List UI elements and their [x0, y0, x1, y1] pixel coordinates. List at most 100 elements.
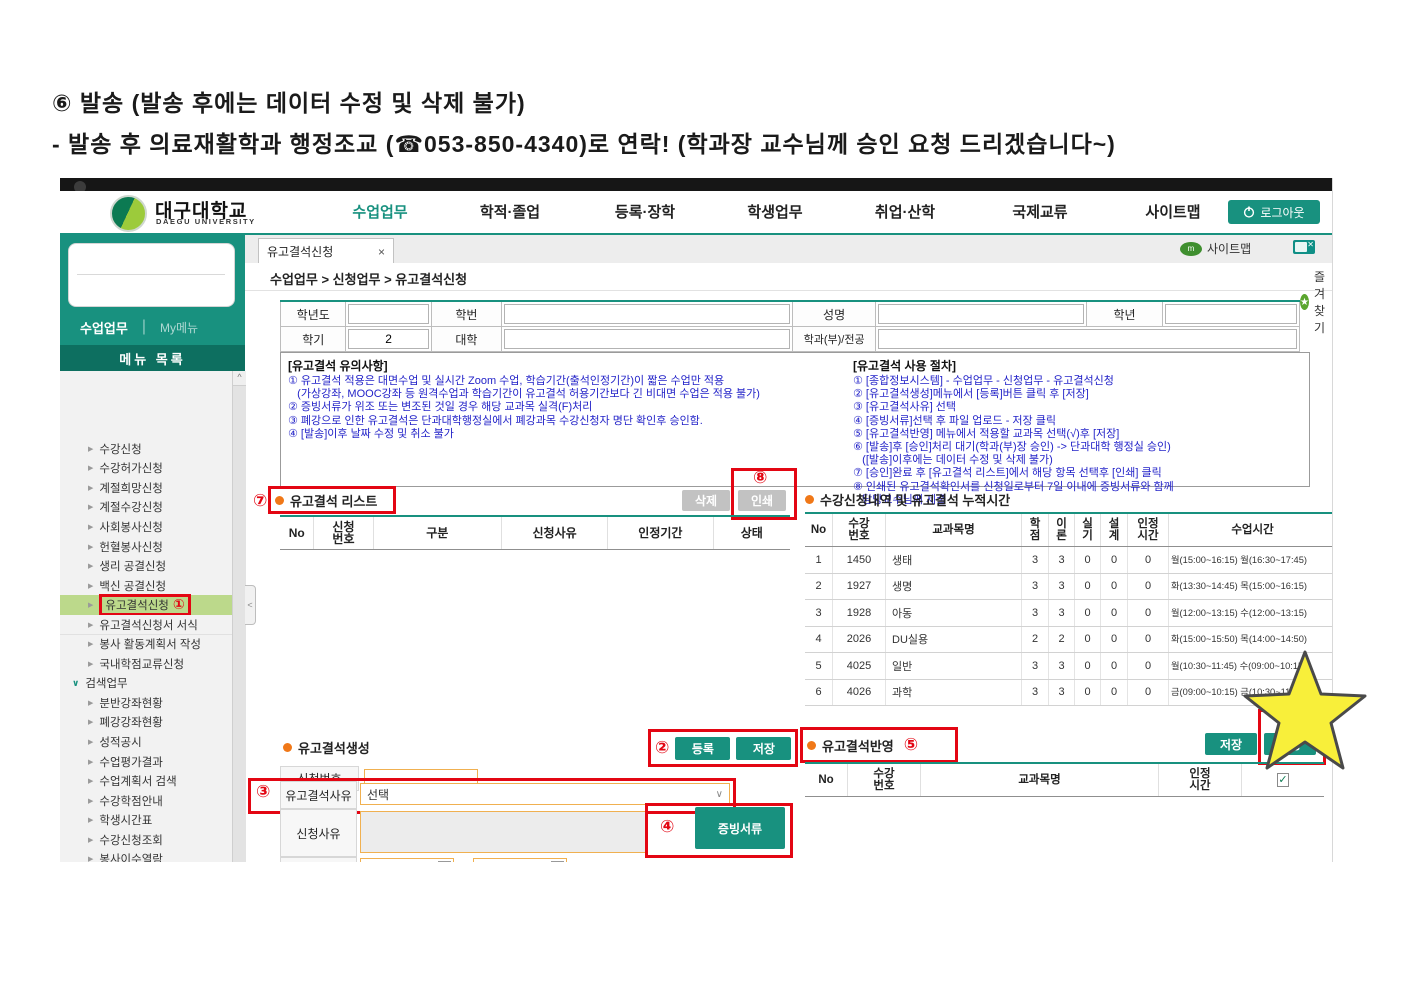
college-input[interactable]: [504, 329, 791, 349]
notice-line: ③ 폐강으로 인한 유고결석은 단과대학행정실에서 폐강과목 수강신청자 명단 …: [288, 414, 703, 427]
breadcrumb-bar: 수업업무 > 신청업무 > 유고결석신청 ★ 즐겨찾기: [245, 263, 1332, 335]
studentno-input[interactable]: [504, 304, 791, 324]
table-row: 2 1927 생명 3 3 0 0 0 화(13:30~14:45) 목(15:00~16:15…: [805, 573, 1332, 600]
sitemap-icon: m: [1180, 241, 1202, 256]
select-all-checkbox[interactable]: ✓: [1277, 773, 1289, 787]
delete-button[interactable]: 삭제: [682, 490, 730, 511]
reason-select[interactable]: 선택 ∨: [360, 783, 730, 805]
sidebar-tab-mymenu[interactable]: My메뉴: [160, 319, 198, 336]
nav-career-industry[interactable]: 취업·산학: [850, 201, 960, 222]
courses-col-no: No: [805, 513, 833, 547]
calendar-icon[interactable]: [438, 861, 451, 862]
period-start-input[interactable]: [360, 858, 454, 862]
close-icon[interactable]: ×: [378, 245, 385, 259]
triangle-right-icon: ▶: [88, 719, 94, 727]
nav-student-affairs[interactable]: 학생업무: [720, 201, 830, 222]
name-input[interactable]: [877, 304, 1084, 324]
cell-time: 월(15:00~16:15) 월(16:30~17:45): [1168, 546, 1332, 574]
bullet-icon: [807, 740, 816, 750]
cell-name: 생태: [885, 546, 1022, 574]
sidebar-item-syllabus-search[interactable]: ▶ 수업계획서 검색: [60, 771, 232, 792]
sidebar-item-seasonal-hope[interactable]: ▶ 계절희망신청: [60, 478, 232, 499]
sidebar-scrollbar[interactable]: ^: [232, 371, 246, 862]
bullet-icon: [275, 495, 284, 505]
year-input[interactable]: [348, 304, 429, 324]
sidebar-item-label: 봉사이수열람: [99, 854, 163, 862]
sidebar-item-closed-courses[interactable]: ▶ 폐강강좌현황: [60, 712, 232, 734]
power-icon: [1244, 206, 1255, 218]
nav-sitemap[interactable]: 사이트맵: [1118, 201, 1228, 222]
sidebar-item-student-timetable[interactable]: ▶ 학생시간표: [60, 810, 232, 831]
nav-registration-scholarship[interactable]: 등록·장학: [590, 201, 700, 222]
collapse-sidebar-handle[interactable]: <: [245, 585, 256, 625]
cell-practice: 0: [1074, 599, 1101, 627]
calendar-icon[interactable]: [551, 861, 565, 862]
sidebar-tab-classwork[interactable]: 수업업무: [80, 318, 128, 337]
nav-records-graduation[interactable]: 학적·졸업: [455, 201, 565, 222]
sidebar-item-credit-guide[interactable]: ▶ 수강학점안내: [60, 790, 232, 812]
courses-col-design: 설 계: [1100, 513, 1128, 547]
sidebar-item-absence-form[interactable]: ▶ 유고결석신청서 서식: [60, 614, 232, 636]
triangle-right-icon: ▶: [88, 445, 94, 453]
sidebar-item-sugang-permit[interactable]: ▶ 수강허가신청: [60, 458, 232, 480]
sidebar-item-credit-exchange[interactable]: ▶ 국내학점교류신청: [60, 654, 232, 675]
triangle-right-icon: ▶: [88, 602, 94, 610]
notice-line: ① 유고결석 적용은 대면수업 및 실시간 Zoom 수업, 학습기간(출석인정…: [288, 375, 725, 387]
tab-absence-apply[interactable]: 유고결석신청 ×: [258, 238, 394, 264]
annotation-mark-8: ⑧: [753, 468, 768, 488]
triangle-right-icon: ▶: [88, 739, 94, 747]
sidebar-item-seasonal-sugang[interactable]: ▶ 계절수강신청: [60, 497, 232, 519]
sidebar-group-label: 검색업무: [85, 678, 128, 691]
sidebar-item-label: 생리 공결신청: [99, 561, 167, 574]
cell-name: 생명: [885, 573, 1022, 600]
sitemap-label: 사이트맵: [1207, 242, 1252, 256]
sidebar-item-service-plan[interactable]: ▶ 봉사 활동계획서 작성: [60, 634, 232, 656]
nav-classwork[interactable]: 수업업무: [325, 201, 435, 222]
sidebar-item-grade-notice[interactable]: ▶ 성적공시: [60, 732, 232, 753]
favorite-shortcut[interactable]: ★ 즐겨찾기: [1300, 268, 1332, 336]
cell-lecture: 3: [1048, 546, 1075, 574]
list-col-no: No: [280, 516, 314, 550]
apply-table: No 수강 번호 교과목명 인정 시간 ✓: [805, 762, 1324, 797]
register-button[interactable]: 등록: [675, 736, 731, 760]
evidence-button[interactable]: 증빙서류: [695, 807, 785, 849]
sidebar-item-blood-service[interactable]: ▶ 헌혈봉사신청: [60, 536, 232, 558]
studentno-label: 학번: [430, 300, 503, 327]
sidebar-item-social-service[interactable]: ▶ 사회봉사신청: [60, 517, 232, 538]
save-button[interactable]: 저장: [736, 736, 792, 760]
annotation-mark-1: ①: [172, 597, 185, 614]
sidebar-item-class-division[interactable]: ▶ 분반강좌현황: [60, 693, 232, 714]
semester-label: 학기: [279, 326, 347, 352]
sidebar-item-absence-apply[interactable]: ▶ 유고결석신청 ①: [60, 594, 232, 617]
logout-button[interactable]: 로그아웃: [1228, 200, 1320, 224]
bullet-icon: [805, 495, 814, 504]
courses-section-title: 수강신청내역 및 유고결석 누적시간: [820, 493, 1011, 508]
sidebar-item-eval-result[interactable]: ▶ 수업평가결과: [60, 751, 232, 773]
sidebar-item-sugang-lookup[interactable]: ▶ 수강신청조회: [60, 830, 232, 851]
scroll-up-icon[interactable]: ^: [233, 371, 246, 386]
sidebar-item-service-record[interactable]: ▶ 봉사이수열람: [60, 849, 232, 862]
courses-col-recognized: 인정 시간: [1127, 513, 1169, 547]
detail-textarea[interactable]: [360, 811, 648, 853]
sidebar-item-label: 성적공시: [99, 737, 142, 750]
send-button[interactable]: 발송: [1264, 733, 1316, 755]
new-window-icon[interactable]: [1293, 240, 1315, 254]
year-label: 학년도: [279, 300, 347, 327]
period-end-input[interactable]: [473, 858, 568, 862]
annotation-mark-7: ⑦: [253, 491, 268, 511]
grade-input[interactable]: [1165, 304, 1297, 324]
annotation-mark-4: ④: [660, 817, 675, 837]
list-col-reason: 신청사유: [500, 516, 608, 550]
notice-line: ③ [유고결석사유] 선택: [853, 401, 957, 414]
sidebar-item-sugang[interactable]: ▶ 수강신청: [60, 439, 232, 460]
annotation-box-7: 유고결석 리스트: [268, 486, 396, 514]
notice-line: ④ [발송]이후 날짜 수정 및 취소 불가: [288, 427, 454, 440]
sidebar-item-menstrual-absence[interactable]: ▶ 생리 공결신청: [60, 556, 232, 577]
semester-input[interactable]: [348, 329, 429, 349]
sidebar-group-search[interactable]: ∨ 검색업무: [60, 673, 232, 695]
sitemap-shortcut[interactable]: m 사이트맵: [1180, 240, 1251, 257]
apply-save-button[interactable]: 저장: [1205, 733, 1257, 755]
dept-input[interactable]: [877, 329, 1297, 349]
nav-international[interactable]: 국제교류: [985, 201, 1095, 222]
triangle-right-icon: ▶: [88, 817, 94, 825]
